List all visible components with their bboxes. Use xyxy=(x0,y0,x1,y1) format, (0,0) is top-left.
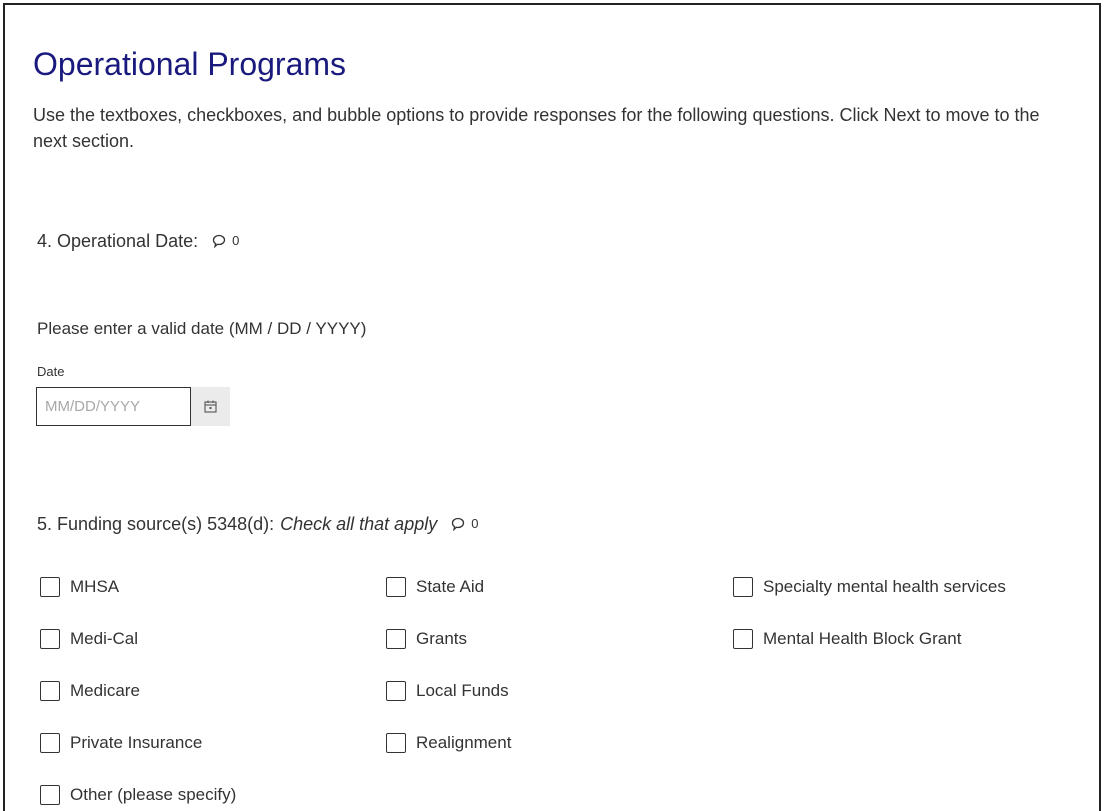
checkbox[interactable] xyxy=(386,681,406,701)
checkbox[interactable] xyxy=(40,629,60,649)
question-4-label: 4. Operational Date: xyxy=(37,231,199,251)
option-medi-cal[interactable]: Medi-Cal xyxy=(40,629,138,649)
option-label: Other (please specify) xyxy=(70,785,237,804)
option-label: Private Insurance xyxy=(70,733,203,752)
option-local-funds[interactable]: Local Funds xyxy=(386,681,509,701)
option-label: Medi-Cal xyxy=(70,629,139,648)
date-input[interactable] xyxy=(36,387,191,426)
question-4-comment-count: 0 xyxy=(232,233,240,248)
option-grants[interactable]: Grants xyxy=(386,629,467,649)
option-label: Local Funds xyxy=(416,681,509,700)
option-mhsa[interactable]: MHSA xyxy=(40,577,119,597)
date-field-label: Date xyxy=(37,364,65,379)
comment-bubble-icon xyxy=(212,234,226,248)
option-state-aid[interactable]: State Aid xyxy=(386,577,484,597)
option-label: Realignment xyxy=(416,733,512,752)
option-private-insurance[interactable]: Private Insurance xyxy=(40,733,202,753)
question-4-comment-button[interactable]: 0 xyxy=(212,229,239,253)
question-5-header: 5. Funding source(s) 5348(d): Check all … xyxy=(37,512,478,536)
question-5-comment-count: 0 xyxy=(471,516,479,531)
question-5-instruction: Check all that apply xyxy=(280,514,438,534)
page-title: Operational Programs xyxy=(33,46,347,82)
question-5-comment-button[interactable]: 0 xyxy=(451,512,478,536)
option-other[interactable]: Other (please specify) xyxy=(40,785,236,805)
checkbox[interactable] xyxy=(386,577,406,597)
option-label: Mental Health Block Grant xyxy=(763,629,962,648)
checkbox[interactable] xyxy=(40,681,60,701)
page-intro: Use the textboxes, checkboxes, and bubbl… xyxy=(33,105,1040,151)
option-label: Grants xyxy=(416,629,468,648)
option-specialty-mental-health[interactable]: Specialty mental health services xyxy=(733,577,1006,597)
calendar-button[interactable] xyxy=(191,387,230,426)
option-mental-health-block-grant[interactable]: Mental Health Block Grant xyxy=(733,629,961,649)
comment-bubble-icon xyxy=(452,517,465,531)
option-realignment[interactable]: Realignment xyxy=(386,733,511,753)
option-label: Medicare xyxy=(70,681,140,700)
option-label: Specialty mental health services xyxy=(763,577,1006,596)
option-medicare[interactable]: Medicare xyxy=(40,681,140,701)
checkbox[interactable] xyxy=(40,733,60,753)
option-label: MHSA xyxy=(70,577,120,596)
question-5-label: 5. Funding source(s) 5348(d): xyxy=(37,514,275,534)
checkbox[interactable] xyxy=(386,733,406,753)
option-label: State Aid xyxy=(416,577,485,596)
checkbox[interactable] xyxy=(733,577,753,597)
checkbox[interactable] xyxy=(40,577,60,597)
checkbox[interactable] xyxy=(40,785,60,805)
date-prompt: Please enter a valid date (MM / DD / YYY… xyxy=(37,319,367,338)
checkbox[interactable] xyxy=(386,629,406,649)
calendar-icon xyxy=(204,400,217,413)
checkbox[interactable] xyxy=(733,629,753,649)
question-4-header: 4. Operational Date: 0 xyxy=(37,229,239,253)
